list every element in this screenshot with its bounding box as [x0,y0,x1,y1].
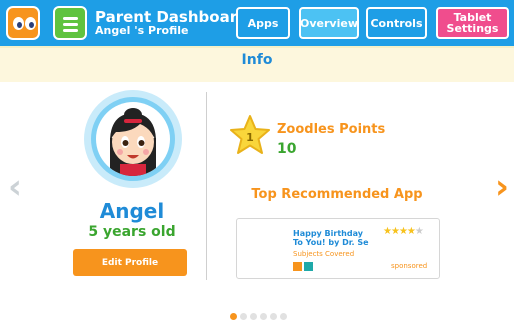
points-level: 1 [246,131,254,144]
page-dot[interactable] [280,313,287,320]
tablet-settings-label: Tablet Settings [446,11,499,35]
rating-star-icon: ★ [383,226,392,237]
edit-profile-button[interactable]: Edit Profile [73,249,187,276]
points-value: 10 [277,141,297,157]
recommended-app-card[interactable]: Happy Birthday To You! by Dr. Se Subject… [236,218,440,279]
rating-star-icon: ★ [414,226,424,237]
points-label: Zoodles Points [277,122,386,137]
page-dot[interactable] [250,313,257,320]
nav-overview-button[interactable]: Overview [299,7,359,39]
divider [206,92,207,280]
subject-icon [304,262,313,271]
app-title-line1: Happy Birthday [293,229,363,238]
girl-avatar-icon [110,108,156,176]
nav-apps-button[interactable]: Apps [236,7,290,39]
menu-icon[interactable] [53,6,87,40]
nav-tablet-settings-button[interactable]: Tablet Settings [436,7,509,39]
section-title: Info [241,52,273,68]
zoodles-logo-icon[interactable] [6,6,40,40]
app-title-line2: To You! by Dr. Se [293,238,369,247]
previous-arrow-icon[interactable]: ‹ [8,170,22,204]
rating-star-icon: ★ [398,226,408,237]
points-star-icon: 1 [230,115,270,154]
child-name: Angel [99,199,165,223]
page-dot[interactable] [240,313,247,320]
app-title: Happy Birthday To You! by Dr. Se [293,229,383,247]
page-title: Parent Dashboard [95,8,248,26]
page-dot[interactable] [230,313,237,320]
page-dot[interactable] [260,313,267,320]
profile-subtitle: Angel 's Profile [95,24,189,37]
subjects-covered-label: Subjects Covered [293,250,355,258]
avatar [96,102,170,176]
next-arrow-icon[interactable]: › [495,170,509,204]
page-indicator [230,313,287,320]
page-dot[interactable] [270,313,277,320]
nav-controls-button[interactable]: Controls [366,7,427,39]
recommended-heading: Top Recommended App [251,187,423,202]
sponsored-label: sponsored [391,262,428,270]
top-bar: Parent Dashboard Angel 's Profile Apps O… [0,0,514,46]
child-age: 5 years old [88,224,176,240]
rating-star-icon: ★ [390,226,400,237]
subject-icon [293,262,302,271]
rating-stars: ★★★★★ [383,226,424,237]
rating-star-icon: ★ [406,226,416,237]
